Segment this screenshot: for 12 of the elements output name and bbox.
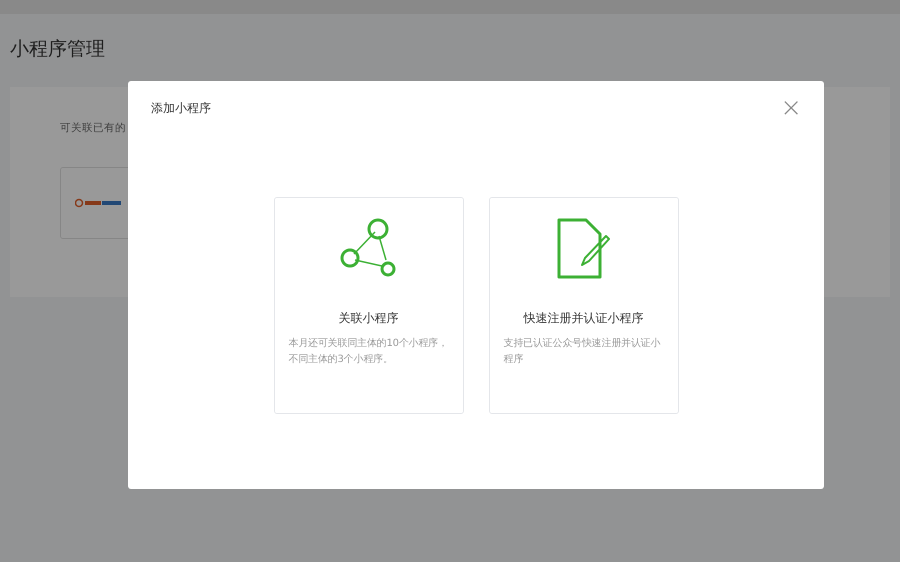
option-card[interactable]: 快速注册并认证小程序 支持已认证公众号快速注册并认证小程序 [488,197,678,414]
page-title: 小程序管理 [10,40,106,59]
option-title: 关联小程序 [338,310,400,327]
option-title: 快速注册并认证小程序 [522,310,644,327]
logo-icon [75,198,123,208]
option-card[interactable]: 关联小程序 本月还可关联同主体的10个小程序，不同主体的3个小程序。 [274,197,464,414]
option-description: 本月还可关联同主体的10个小程序，不同主体的3个小程序。 [288,336,448,367]
dialog-title: 添加小程序 [151,100,211,117]
option-description: 支持已认证公众号快速注册并认证小程序 [504,336,662,367]
close-button[interactable]: × [780,98,802,118]
intro-text: 可关联已有的 [60,121,127,136]
document-pen-icon [556,218,612,280]
